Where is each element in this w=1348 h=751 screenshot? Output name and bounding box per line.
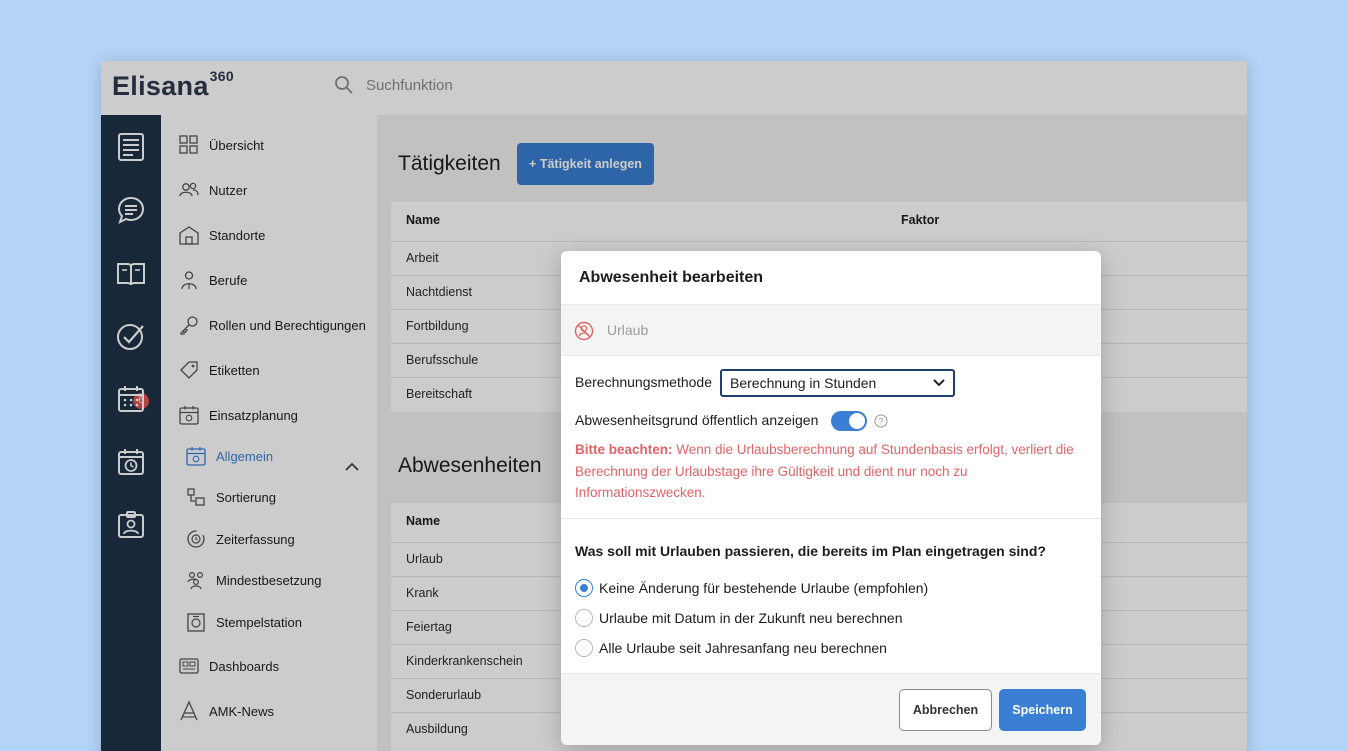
radio-label: Alle Urlaube seit Jahresanfang neu berec… <box>599 640 887 656</box>
radio-button[interactable] <box>575 579 593 597</box>
cancel-button[interactable]: Abbrechen <box>899 689 992 731</box>
help-icon[interactable]: ? <box>874 414 888 428</box>
chevron-down-icon <box>933 379 945 387</box>
warning-note: Bitte beachten: Wenn die Urlaubsberechnu… <box>575 439 1085 504</box>
radio-button[interactable] <box>575 609 593 627</box>
recalc-question: Was soll mit Urlauben passieren, die ber… <box>575 543 1046 559</box>
public-toggle[interactable] <box>831 411 867 431</box>
method-select[interactable]: Berechnung in Stunden <box>720 369 955 397</box>
radio-label: Urlaube mit Datum in der Zukunft neu ber… <box>599 610 903 626</box>
radio-label: Keine Änderung für bestehende Urlaube (e… <box>599 580 929 596</box>
svg-text:?: ? <box>878 416 883 426</box>
dialog-footer: Abbrechen Speichern <box>561 673 1101 745</box>
absence-name-band: Urlaub <box>561 304 1101 356</box>
toggle-knob <box>849 413 865 429</box>
radio-button[interactable] <box>575 639 593 657</box>
method-label: Berechnungsmethode <box>575 374 712 390</box>
dialog-title: Abwesenheit bearbeiten <box>579 269 764 286</box>
radio-option-since-year-start[interactable]: Alle Urlaube seit Jahresanfang neu berec… <box>575 639 887 657</box>
save-button[interactable]: Speichern <box>999 689 1086 731</box>
public-label: Abwesenheitsgrund öffentlich anzeigen <box>575 412 819 428</box>
radio-option-no-change[interactable]: Keine Änderung für bestehende Urlaube (e… <box>575 579 928 597</box>
absence-person-icon <box>574 321 594 341</box>
absence-name: Urlaub <box>607 322 649 338</box>
divider <box>561 518 1101 519</box>
method-select-value: Berechnung in Stunden <box>730 375 877 391</box>
radio-option-future[interactable]: Urlaube mit Datum in der Zukunft neu ber… <box>575 609 903 627</box>
warning-note-prefix: Bitte beachten: <box>575 442 673 457</box>
edit-absence-dialog: Abwesenheit bearbeiten Urlaub Berechnung… <box>561 251 1101 745</box>
